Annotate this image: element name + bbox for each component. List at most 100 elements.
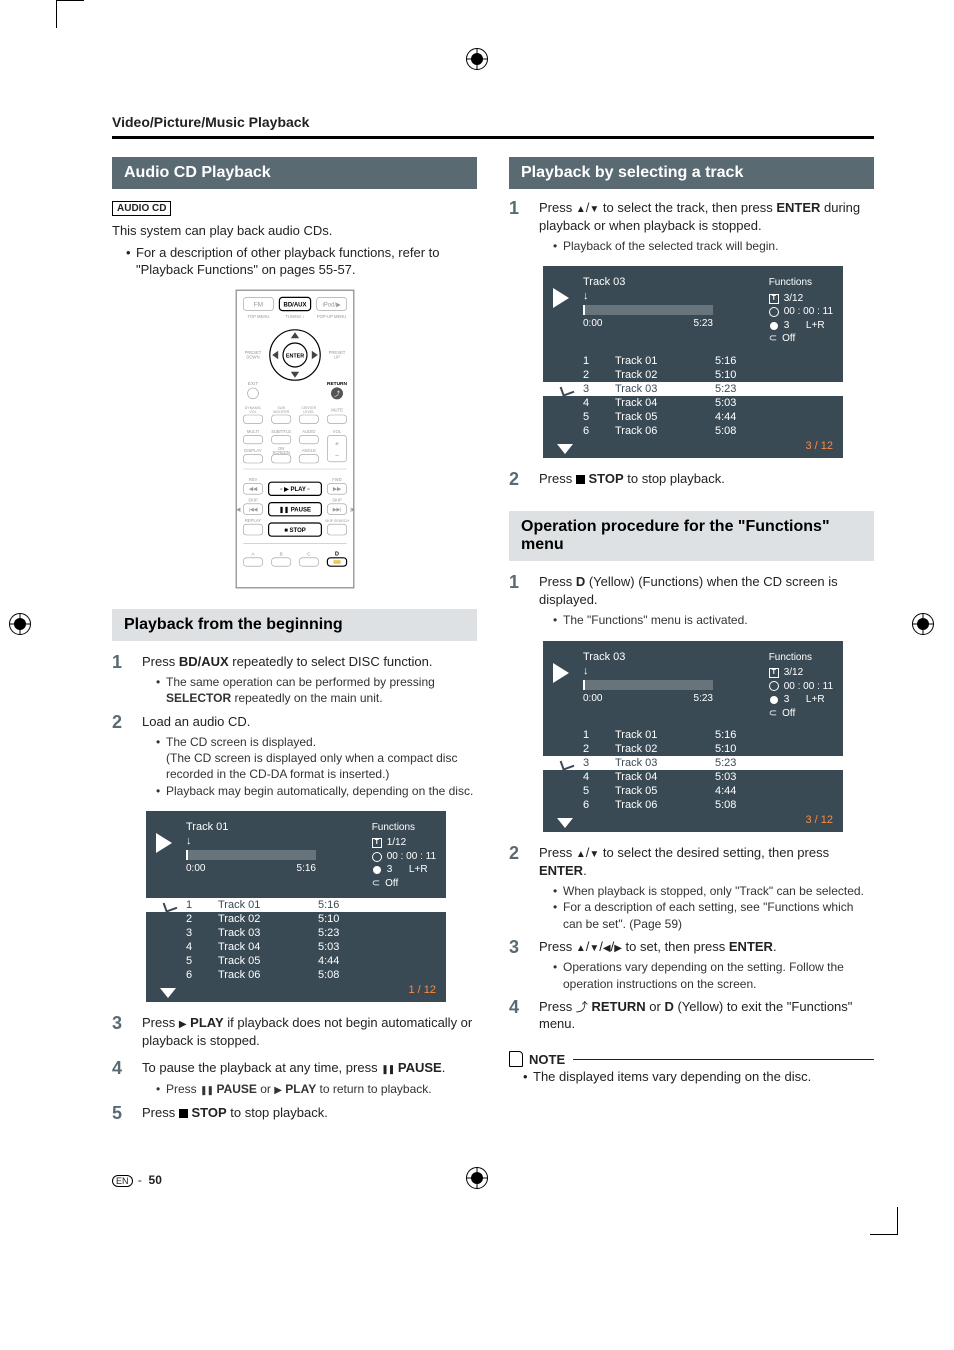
track-row: 1Track 015:16 (543, 354, 843, 368)
svg-text:EXIT: EXIT (247, 381, 258, 387)
track-row: 6Track 065:08 (543, 424, 843, 438)
down-icon (589, 200, 599, 215)
pause-icon (381, 1060, 394, 1075)
svg-text:|▶: |▶ (350, 507, 355, 513)
track-row: 3Track 035:23 (146, 926, 446, 940)
svg-text:▫ ▶ PLAY ▫: ▫ ▶ PLAY ▫ (280, 486, 309, 493)
svg-text:SUBTITLE: SUBTITLE (271, 429, 291, 434)
step-sub: Playback may begin automatically, depend… (156, 783, 477, 799)
elapsed-time: 0:00 (583, 318, 602, 329)
svg-text:FWD: FWD (332, 477, 342, 482)
svg-text:TOP MENU: TOP MENU (247, 313, 269, 318)
step-3: 3 Press PLAY if playback does not begin … (112, 1014, 477, 1053)
svg-text:DYNAMIC: DYNAMIC (244, 406, 261, 410)
svg-text:LEVEL: LEVEL (303, 410, 314, 414)
right-column: Playback by selecting a track 1 Press / … (509, 157, 874, 1125)
note-heading: NOTE (509, 1051, 874, 1068)
play-icon (553, 663, 569, 683)
up-icon (576, 845, 586, 860)
track-row: 4Track 045:03 (543, 770, 843, 784)
step-number: 2 (112, 713, 130, 799)
svg-text:SKIP: SKIP (332, 497, 342, 502)
svg-text:❚❚ PAUSE: ❚❚ PAUSE (279, 506, 311, 513)
step-1: 1 Press / to select the track, then pres… (509, 199, 874, 254)
track-row: 6Track 065:08 (146, 968, 446, 982)
track-list: 1Track 015:162Track 025:103Track 035:234… (543, 354, 843, 438)
up-icon (576, 939, 586, 954)
step-sub: The "Functions" menu is activated. (553, 612, 874, 628)
track-row: 5Track 054:44 (543, 410, 843, 424)
svg-text:■ STOP: ■ STOP (284, 528, 306, 534)
step-number: 4 (509, 998, 527, 1037)
svg-text:TUNING ↕: TUNING ↕ (285, 313, 304, 318)
left-icon (603, 939, 611, 954)
progress-bar (186, 850, 316, 860)
svg-text:VOL: VOL (249, 410, 256, 414)
svg-text:ANGLE: ANGLE (301, 448, 315, 453)
track-row: 3Track 035:23 (543, 382, 843, 396)
step-sub: For a description of each setting, see "… (553, 899, 874, 931)
op-step-4: 4 Press RETURN or D (Yellow) to exit the… (509, 998, 874, 1037)
cd-screen: Track 03 ↓ 0:005:23 Functions T3/12 00 :… (543, 266, 843, 458)
svg-text:SKIP SEARCH: SKIP SEARCH (324, 518, 349, 522)
current-track-title: Track 03 (583, 276, 759, 288)
step-text: Load an audio CD. (142, 713, 477, 731)
up-icon (576, 200, 586, 215)
track-list: 1Track 015:162Track 025:103Track 035:234… (543, 728, 843, 812)
down-arrow-icon: ↓ (583, 290, 759, 302)
step-5: 5 Press STOP to stop playback. (112, 1104, 477, 1126)
step-number: 1 (509, 573, 527, 628)
elapsed-time: 0:00 (186, 863, 205, 874)
svg-text:SUB: SUB (277, 406, 285, 410)
svg-text:▶▶|: ▶▶| (332, 507, 341, 513)
intro-text: This system can play back audio CDs. (112, 222, 477, 240)
svg-text:VOL: VOL (332, 429, 341, 434)
svg-text:A: A (251, 551, 255, 557)
svg-text:+: + (334, 439, 338, 448)
step-text: Press /// to set, then press ENTER. (539, 938, 874, 956)
pause-icon (200, 1082, 213, 1096)
remote-diagram: FM BD/AUX iPod/▶ TOP MENU TUNING ↕ POP-U… (235, 289, 355, 589)
play-icon (156, 833, 172, 853)
step-sub: Operations vary depending on the setting… (553, 959, 874, 991)
svg-text:AUDIO: AUDIO (302, 429, 316, 434)
svg-text:◀|: ◀| (236, 507, 241, 513)
svg-text:REV: REV (248, 477, 257, 482)
track-row: 1Track 015:16 (146, 898, 446, 912)
total-time: 5:23 (694, 693, 713, 704)
play-icon (274, 1082, 282, 1096)
step-sub: The CD screen is displayed.(The CD scree… (156, 734, 477, 783)
op-step-3: 3 Press /// to set, then press ENTER. Op… (509, 938, 874, 992)
crop-mark (870, 1207, 898, 1235)
page-indicator: 3 / 12 (805, 440, 833, 452)
step-number: 5 (112, 1104, 130, 1126)
svg-text:◀◀: ◀◀ (248, 486, 256, 492)
step-sub: Press PAUSE or PLAY to return to playbac… (156, 1081, 477, 1098)
step-text: Press PLAY if playback does not begin au… (142, 1014, 477, 1049)
step-text: Press STOP to stop playback. (142, 1104, 477, 1122)
registration-mark (466, 1167, 488, 1189)
svg-text:DISPLAY: DISPLAY (244, 448, 262, 453)
functions-panel: Functions T3/12 00 : 00 : 11 3 L+R Off (769, 651, 833, 721)
left-column: Audio CD Playback AUDIO CD This system c… (112, 157, 477, 1125)
svg-text:C: C (307, 551, 311, 557)
play-icon (553, 288, 569, 308)
page-number: EN - 50 (112, 1173, 874, 1187)
right-icon (614, 939, 622, 954)
svg-text:WOOFER: WOOFER (273, 410, 290, 414)
functions-panel: Functions T1/12 00 : 00 : 11 3 L+R Off (372, 821, 436, 891)
svg-text:BD/AUX: BD/AUX (283, 302, 306, 308)
track-row: 5Track 054:44 (146, 954, 446, 968)
down-icon (589, 845, 599, 860)
total-time: 5:23 (694, 318, 713, 329)
page-indicator: 3 / 12 (805, 814, 833, 826)
track-row: 3Track 035:23 (543, 756, 843, 770)
svg-text:B: B (279, 551, 282, 557)
stop-icon (576, 475, 585, 484)
step-text: Press BD/AUX repeatedly to select DISC f… (142, 653, 477, 671)
step-number: 2 (509, 844, 527, 932)
svg-text:SCREEN: SCREEN (272, 450, 289, 455)
play-icon (179, 1015, 187, 1030)
registration-mark (912, 613, 934, 635)
svg-text:MULTI: MULTI (246, 429, 258, 434)
